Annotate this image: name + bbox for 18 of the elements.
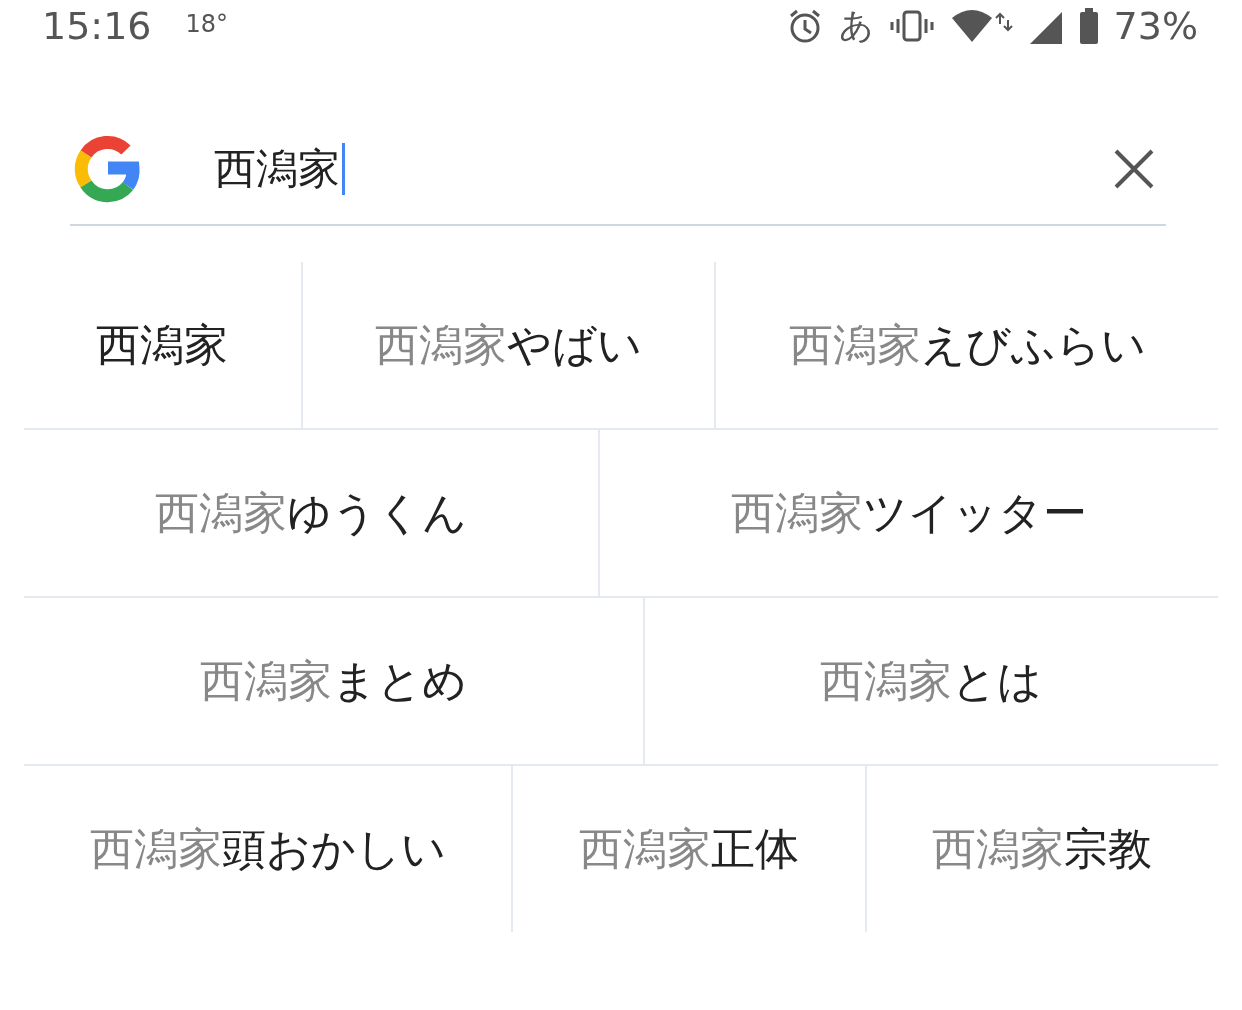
suggestion-chip[interactable]: 西潟家えびふらい xyxy=(714,262,1218,428)
suggestion-chip[interactable]: 西潟家とは xyxy=(642,598,1218,764)
suggestion-chip[interactable]: 西潟家ゆうくん xyxy=(24,430,598,596)
suggestion-chip[interactable]: 西潟家やばい xyxy=(300,262,715,428)
suggestion-chip[interactable]: 西潟家ツイッター xyxy=(598,430,1218,596)
status-time: 15:16 xyxy=(42,4,152,48)
search-query-text: 西潟家 xyxy=(214,143,340,195)
suggestion-chip[interactable]: 西潟家宗教 xyxy=(864,766,1218,932)
suggestion-chip[interactable]: 西潟家 xyxy=(24,262,301,428)
search-field[interactable]: 西潟家 xyxy=(70,114,1166,226)
suggestion-chip[interactable]: 西潟家正体 xyxy=(511,766,865,932)
input-method-indicator: あ xyxy=(838,4,874,47)
battery-icon xyxy=(1077,6,1100,46)
close-icon[interactable] xyxy=(1112,147,1156,191)
battery-percentage: 73% xyxy=(1113,4,1198,48)
temperature: 18° xyxy=(185,10,229,38)
suggestion-chip[interactable]: 西潟家頭おかしい xyxy=(24,766,512,932)
suggestion-chip[interactable]: 西潟家まとめ xyxy=(24,598,643,764)
